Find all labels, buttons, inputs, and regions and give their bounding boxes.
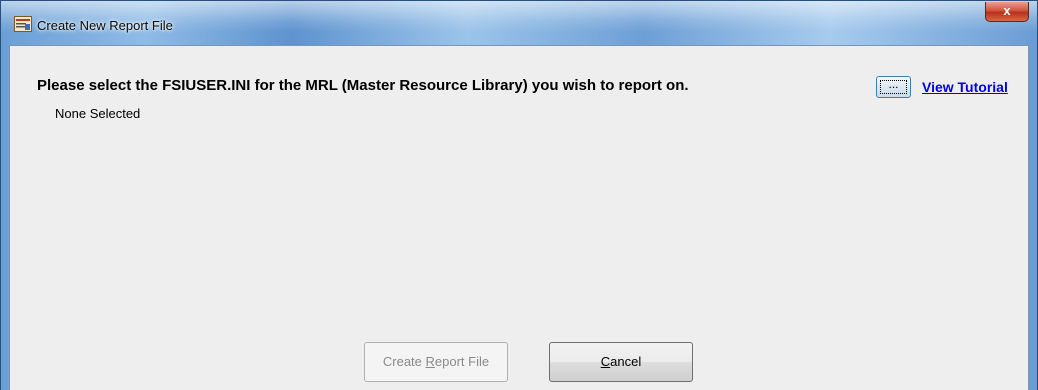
- browse-button[interactable]: ...: [876, 76, 911, 98]
- create-button-label-pre: Create: [382, 354, 426, 369]
- instruction-text: Please select the FSIUSER.INI for the MR…: [37, 77, 689, 94]
- cancel-button[interactable]: Cancel: [549, 342, 693, 382]
- dialog-window: Create New Report File x: [0, 0, 1038, 390]
- view-tutorial-link[interactable]: View Tutorial: [922, 79, 1008, 95]
- focus-rect: [880, 80, 907, 94]
- create-button-mnemonic: R: [425, 354, 435, 369]
- title-bar[interactable]: Create New Report File x: [1, 1, 1037, 45]
- create-report-file-button[interactable]: Create Report File: [364, 342, 508, 382]
- report-app-icon: [14, 16, 32, 32]
- cancel-button-mnemonic: C: [600, 354, 611, 369]
- create-button-label-post: eport File: [434, 354, 490, 369]
- close-button[interactable]: x: [985, 2, 1029, 22]
- selection-status: None Selected: [55, 106, 141, 121]
- window-title: Create New Report File: [37, 18, 173, 33]
- cancel-button-label-post: ancel: [610, 354, 642, 369]
